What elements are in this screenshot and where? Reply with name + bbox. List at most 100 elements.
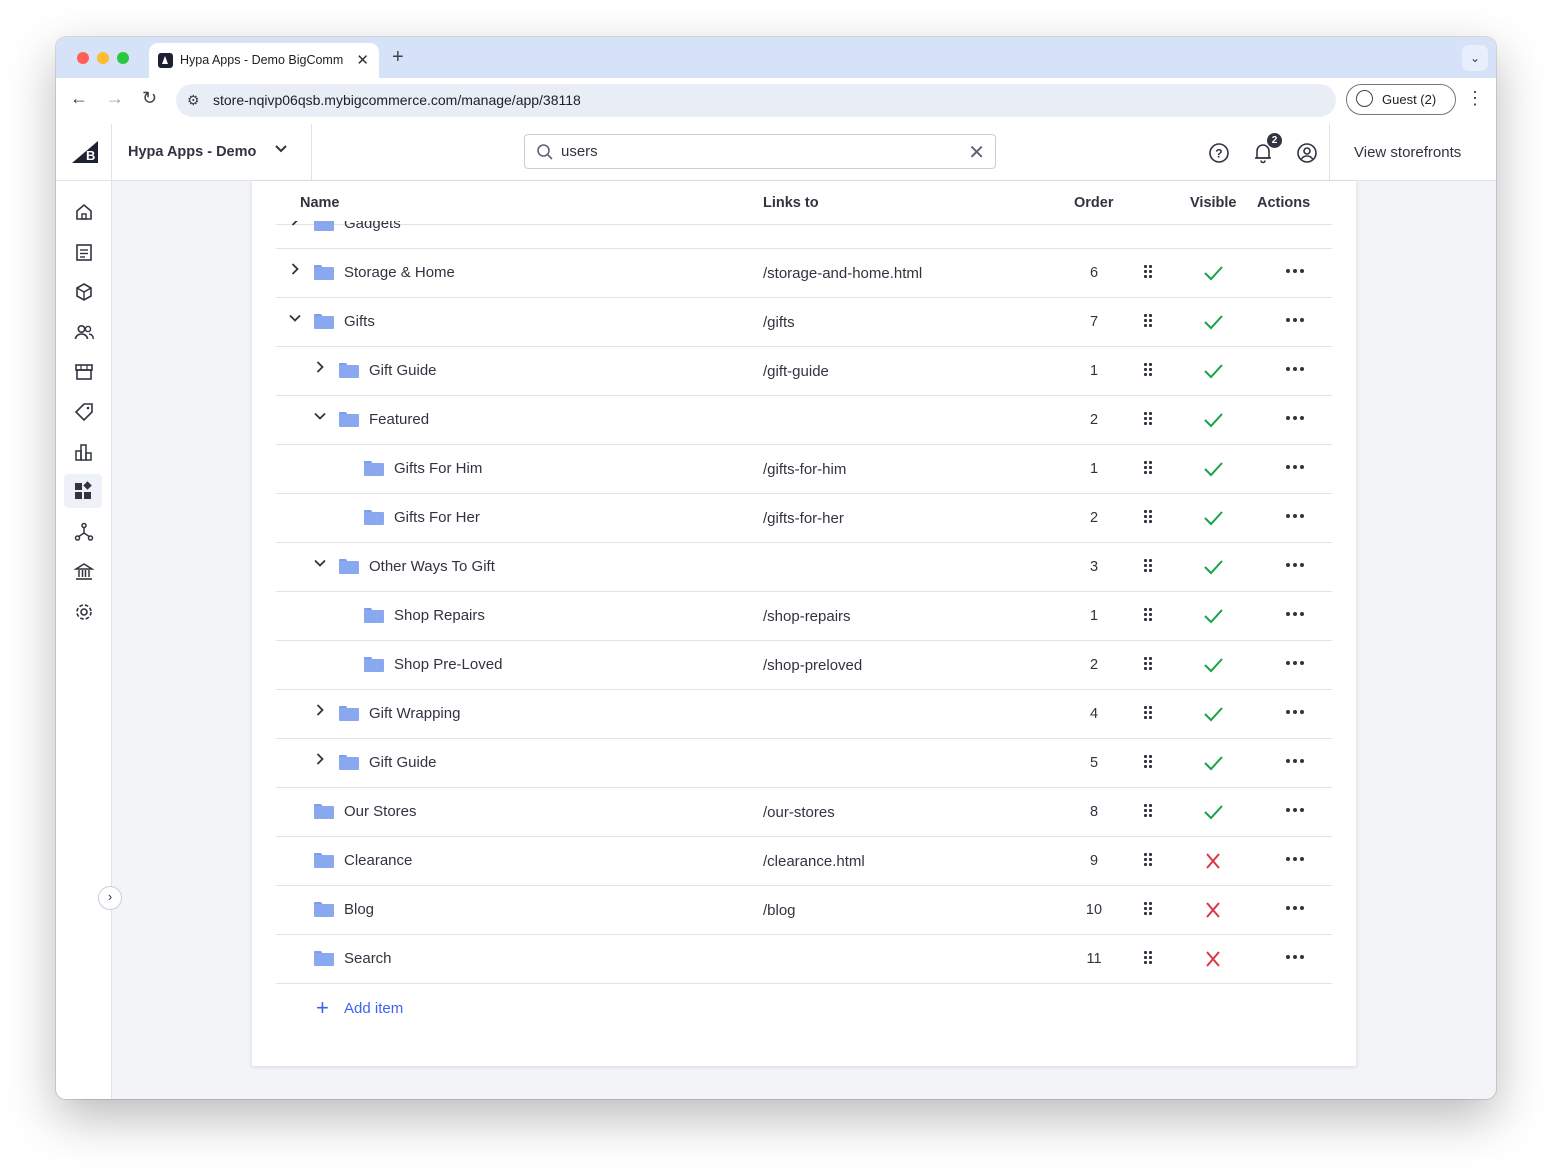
table-row[interactable]: Gifts For Him/gifts-for-him 1 [276, 444, 1332, 494]
hidden-cross-icon[interactable] [1202, 901, 1224, 919]
drag-handle-icon[interactable] [1144, 363, 1154, 377]
marketing-icon[interactable] [73, 401, 95, 423]
finance-icon[interactable] [73, 561, 95, 583]
table-row[interactable]: Search 11 [276, 934, 1332, 984]
table-row[interactable]: Other Ways To Gift 3 [276, 542, 1332, 592]
table-row[interactable]: Blog/blog 10 [276, 885, 1332, 935]
visible-check-icon[interactable] [1202, 264, 1224, 282]
visible-check-icon[interactable] [1202, 754, 1224, 772]
tab-search-button[interactable]: ⌄ [1462, 45, 1488, 71]
back-icon[interactable]: ← [70, 88, 88, 109]
zoom-window-button[interactable] [117, 52, 129, 64]
products-icon[interactable] [73, 281, 95, 303]
row-actions-icon[interactable] [1286, 899, 1306, 915]
channels-icon[interactable] [73, 521, 95, 543]
table-row[interactable]: Gift Guide/gift-guide 1 [276, 346, 1332, 396]
site-settings-icon[interactable]: ⚙ [187, 92, 200, 109]
drag-handle-icon[interactable] [1144, 902, 1154, 916]
store-switcher-chevron-icon[interactable] [274, 142, 288, 159]
drag-handle-icon[interactable] [1144, 755, 1154, 769]
view-storefronts-button[interactable]: View storefronts [1354, 144, 1461, 161]
row-actions-icon[interactable] [1286, 801, 1306, 817]
drag-handle-icon[interactable] [1144, 608, 1154, 622]
collapse-chevron-icon[interactable] [313, 409, 327, 426]
forward-icon[interactable]: → [106, 88, 124, 109]
visible-check-icon[interactable] [1202, 656, 1224, 674]
visible-check-icon[interactable] [1202, 362, 1224, 380]
bigcommerce-logo-icon[interactable]: B [72, 141, 98, 163]
row-actions-icon[interactable] [1286, 850, 1306, 866]
visible-check-icon[interactable] [1202, 607, 1224, 625]
customers-icon[interactable] [73, 321, 95, 343]
row-actions-icon[interactable] [1286, 556, 1306, 572]
analytics-icon[interactable] [73, 441, 95, 463]
drag-handle-icon[interactable] [1144, 657, 1154, 671]
visible-check-icon[interactable] [1202, 313, 1224, 331]
drag-handle-icon[interactable] [1144, 559, 1154, 573]
row-actions-icon[interactable] [1286, 360, 1306, 376]
table-row[interactable]: Gift Wrapping 4 [276, 689, 1332, 739]
table-row[interactable]: Shop Repairs/shop-repairs 1 [276, 591, 1332, 641]
hidden-cross-icon[interactable] [1202, 852, 1224, 870]
drag-handle-icon[interactable] [1144, 853, 1154, 867]
row-actions-icon[interactable] [1286, 752, 1306, 768]
row-actions-icon[interactable] [1286, 605, 1306, 621]
row-actions-icon[interactable] [1286, 703, 1306, 719]
apps-nav-item-active[interactable] [64, 474, 102, 508]
expand-sidebar-button[interactable]: › [98, 886, 122, 910]
clear-search-icon[interactable]: ✕ [968, 140, 985, 165]
row-actions-icon[interactable] [1286, 458, 1306, 474]
table-row[interactable]: Our Stores/our-stores 8 [276, 787, 1332, 837]
expand-chevron-icon[interactable] [313, 703, 327, 720]
drag-handle-icon[interactable] [1144, 314, 1154, 328]
visible-check-icon[interactable] [1202, 803, 1224, 821]
drag-handle-icon[interactable] [1144, 804, 1154, 818]
expand-chevron-icon[interactable] [313, 752, 327, 769]
table-row[interactable]: Gifts/gifts 7 [276, 297, 1332, 347]
store-name[interactable]: Hypa Apps - Demo [128, 144, 256, 160]
visible-check-icon[interactable] [1202, 411, 1224, 429]
table-row[interactable]: Storage & Home/storage-and-home.html 6 [276, 248, 1332, 298]
drag-handle-icon[interactable] [1144, 461, 1154, 475]
table-row[interactable]: Shop Pre-Loved/shop-preloved 2 [276, 640, 1332, 690]
table-row[interactable]: Featured 2 [276, 395, 1332, 445]
address-bar[interactable]: ⚙ store-nqivp06qsb.mybigcommerce.com/man… [176, 84, 1336, 117]
home-icon[interactable] [73, 201, 95, 223]
collapse-chevron-icon[interactable] [313, 556, 327, 573]
row-actions-icon[interactable] [1286, 262, 1306, 278]
row-actions-icon[interactable] [1286, 507, 1306, 523]
drag-handle-icon[interactable] [1144, 951, 1154, 965]
drag-handle-icon[interactable] [1144, 706, 1154, 720]
visible-check-icon[interactable] [1202, 509, 1224, 527]
drag-handle-icon[interactable] [1144, 412, 1154, 426]
profile-button[interactable]: Guest (2) [1346, 84, 1456, 115]
help-icon[interactable]: ? [1208, 142, 1230, 164]
table-row[interactable]: Gift Guide 5 [276, 738, 1332, 788]
row-actions-icon[interactable] [1286, 654, 1306, 670]
close-window-button[interactable] [77, 52, 89, 64]
visible-check-icon[interactable] [1202, 705, 1224, 723]
drag-handle-icon[interactable] [1144, 510, 1154, 524]
row-actions-icon[interactable] [1286, 409, 1306, 425]
reload-icon[interactable]: ↻ [142, 88, 157, 109]
row-actions-icon[interactable] [1286, 948, 1306, 964]
browser-tab[interactable]: Hypa Apps - Demo BigComm ✕ [149, 43, 379, 78]
table-row[interactable]: Gifts For Her/gifts-for-her 2 [276, 493, 1332, 543]
new-tab-button[interactable]: + [392, 46, 404, 69]
visible-check-icon[interactable] [1202, 558, 1224, 576]
search-input[interactable]: users ✕ [524, 134, 996, 169]
visible-check-icon[interactable] [1202, 460, 1224, 478]
orders-icon[interactable] [73, 241, 95, 263]
minimize-window-button[interactable] [97, 52, 109, 64]
expand-chevron-icon[interactable] [313, 360, 327, 377]
settings-icon[interactable] [73, 601, 95, 623]
drag-handle-icon[interactable] [1144, 265, 1154, 279]
table-row[interactable]: Clearance/clearance.html 9 [276, 836, 1332, 886]
expand-chevron-icon[interactable] [288, 262, 302, 279]
browser-menu-icon[interactable]: ⋮ [1466, 88, 1484, 109]
account-icon[interactable] [1296, 142, 1318, 164]
storefront-icon[interactable] [73, 361, 95, 383]
close-tab-icon[interactable]: ✕ [356, 51, 369, 69]
row-actions-icon[interactable] [1286, 311, 1306, 327]
collapse-chevron-icon[interactable] [288, 311, 302, 328]
